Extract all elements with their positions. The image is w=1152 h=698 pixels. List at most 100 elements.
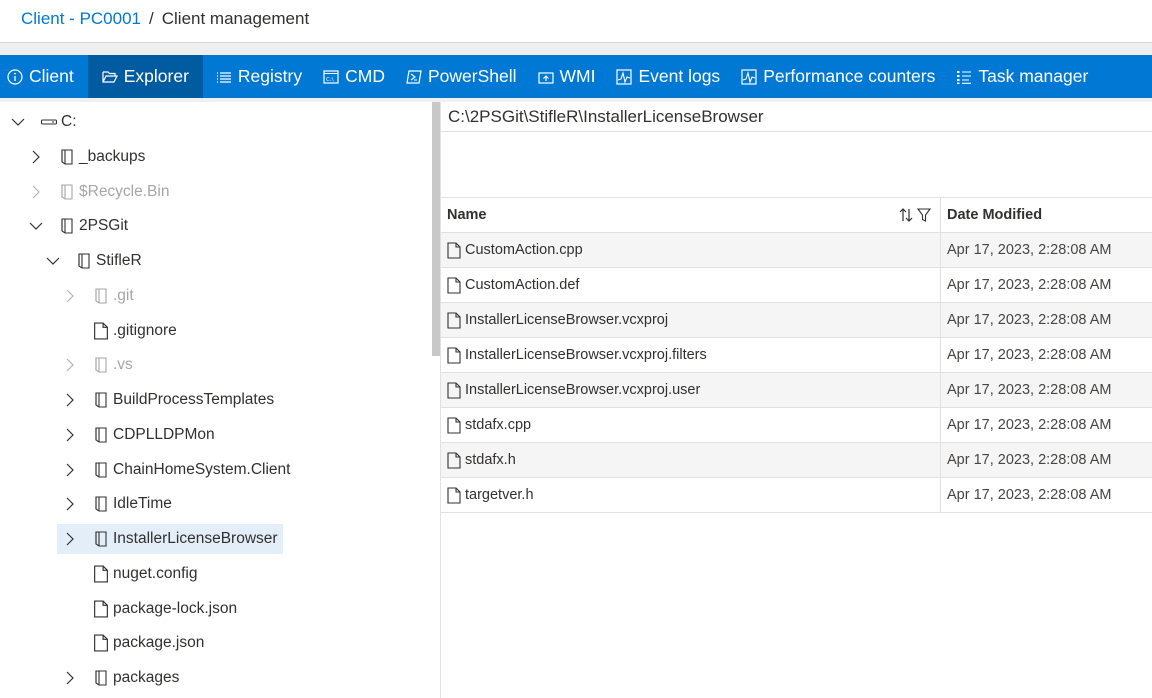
- pane-splitter-scrollbar[interactable]: [432, 102, 440, 356]
- file-name-cell: stdafx.cpp: [441, 408, 941, 442]
- tab-label: Registry: [237, 66, 303, 86]
- file-row[interactable]: stdafx.cpp Apr 17, 2023, 2:28:08 AM: [441, 408, 1152, 443]
- chevron-down-icon[interactable]: [9, 113, 27, 131]
- file-name: targetver.h: [465, 487, 534, 503]
- file-name-cell: InstallerLicenseBrowser.vcxproj.user: [441, 373, 941, 407]
- file-name: InstallerLicenseBrowser.vcxproj: [465, 312, 669, 328]
- tab-event-logs[interactable]: Event logs: [609, 55, 728, 98]
- sort-icon[interactable]: [898, 206, 914, 224]
- chevron-right-icon[interactable]: [61, 391, 79, 409]
- tab-bar: Client Explorer Registry C:\ CMD PowerShell WM…: [0, 55, 1152, 98]
- date-modified-cell: Apr 17, 2023, 2:28:08 AM: [947, 382, 1112, 398]
- tree-item-label: 2PSGit: [79, 217, 129, 235]
- chevron-right-icon[interactable]: [61, 287, 79, 305]
- tree-item[interactable]: CDPLLDPMon: [57, 420, 220, 450]
- tree-item-label: BuildProcessTemplates: [113, 391, 275, 408]
- tree-item[interactable]: package-lock.json: [57, 594, 242, 624]
- date-modified-cell: Apr 17, 2023, 2:28:08 AM: [947, 487, 1112, 503]
- column-header-date-modified[interactable]: Date Modified: [941, 198, 1152, 232]
- chevron-right-icon[interactable]: [61, 530, 79, 548]
- file-name-cell: targetver.h: [441, 478, 941, 512]
- tab-powershell[interactable]: PowerShell: [399, 55, 525, 98]
- info-icon: [7, 68, 23, 85]
- folder-open-icon: [102, 69, 118, 85]
- file-name: stdafx.cpp: [465, 417, 532, 433]
- tree-item-label: IdleTime: [113, 495, 172, 513]
- folder-icon: [93, 461, 109, 479]
- tree-item-label: $Recycle.Bin: [79, 182, 170, 200]
- file-row[interactable]: CustomAction.cpp Apr 17, 2023, 2:28:08 AM: [441, 233, 1152, 268]
- tree-item[interactable]: .git: [57, 281, 139, 311]
- chevron-right-icon[interactable]: [61, 495, 79, 513]
- chevron-right-icon[interactable]: [27, 148, 45, 166]
- folder-icon: [93, 391, 109, 409]
- chevron-down-icon[interactable]: [27, 217, 45, 235]
- file-icon: [447, 346, 461, 364]
- tree-item[interactable]: packages: [57, 663, 184, 693]
- file-row[interactable]: InstallerLicenseBrowser.vcxproj Apr 17, 2…: [441, 303, 1152, 338]
- tab-client[interactable]: Client: [0, 55, 82, 98]
- column-header-name[interactable]: Name: [441, 198, 941, 232]
- folder-icon: [93, 530, 109, 548]
- tree-item[interactable]: _backups: [23, 142, 150, 172]
- tab-wmi[interactable]: WMI: [531, 55, 604, 98]
- chart-icon: [616, 68, 633, 85]
- date-modified-cell: Apr 17, 2023, 2:28:08 AM: [947, 242, 1112, 258]
- date-modified-cell: Apr 17, 2023, 2:28:08 AM: [947, 277, 1112, 293]
- tree-item-label: C:: [61, 113, 77, 130]
- list-icon: [216, 69, 232, 85]
- tree-item[interactable]: ChainHomeSystem.Client: [57, 455, 295, 485]
- folder-icon: [93, 495, 109, 513]
- tree-item[interactable]: BuildProcessTemplates: [57, 385, 279, 415]
- tree-item[interactable]: $Recycle.Bin: [23, 177, 174, 207]
- tab-registry[interactable]: Registry: [209, 55, 310, 98]
- folder-icon: [93, 287, 109, 305]
- tree-item[interactable]: nuget.config: [57, 559, 202, 589]
- tree-item[interactable]: .vs: [57, 350, 138, 380]
- tab-label: WMI: [559, 66, 596, 86]
- file-row[interactable]: stdafx.h Apr 17, 2023, 2:28:08 AM: [441, 443, 1152, 478]
- tree-item[interactable]: StifleR: [40, 246, 147, 276]
- tree-item[interactable]: C:: [5, 107, 82, 137]
- breadcrumb-separator: /: [149, 9, 154, 28]
- breadcrumb-client-link[interactable]: Client - PC0001: [21, 9, 141, 28]
- date-modified-cell: Apr 17, 2023, 2:28:08 AM: [947, 312, 1112, 328]
- tree-item[interactable]: InstallerLicenseBrowser: [57, 524, 283, 554]
- file-icon: [447, 451, 461, 469]
- file-name: CustomAction.cpp: [465, 242, 583, 258]
- chevron-right-icon[interactable]: [61, 461, 79, 479]
- chevron-down-icon[interactable]: [44, 252, 62, 270]
- tree-item-label: package.json: [113, 634, 205, 652]
- tab-explorer[interactable]: Explorer: [87, 55, 203, 98]
- chevron-right-icon[interactable]: [61, 669, 79, 687]
- tree-item[interactable]: IdleTime: [57, 489, 177, 519]
- file-icon: [447, 311, 461, 329]
- file-icon: [93, 634, 109, 652]
- tree-item-label: nuget.config: [113, 564, 198, 582]
- tab-cmd[interactable]: C:\ CMD: [316, 55, 393, 98]
- file-row[interactable]: CustomAction.def Apr 17, 2023, 2:28:08 AM: [441, 268, 1152, 303]
- file-icon: [447, 276, 461, 294]
- file-row[interactable]: targetver.h Apr 17, 2023, 2:28:08 AM: [441, 478, 1152, 513]
- drive-icon: [41, 113, 57, 131]
- tree-item[interactable]: .gitignore: [57, 316, 182, 346]
- tab-performance-counters[interactable]: Performance counters: [734, 55, 943, 98]
- tab-label: CMD: [345, 66, 385, 86]
- filter-icon[interactable]: [916, 206, 932, 224]
- file-row[interactable]: InstallerLicenseBrowser.vcxproj.filters A…: [441, 338, 1152, 373]
- file-name-cell: InstallerLicenseBrowser.vcxproj.filters: [441, 338, 941, 372]
- tab-task-manager[interactable]: Task manager: [949, 55, 1096, 98]
- tree-item[interactable]: package.json: [57, 628, 209, 658]
- chevron-right-icon[interactable]: [61, 356, 79, 374]
- header-divider: [0, 43, 1152, 55]
- file-row[interactable]: InstallerLicenseBrowser.vcxproj.user Apr …: [441, 373, 1152, 408]
- chevron-right-icon[interactable]: [27, 183, 45, 201]
- folder-icon: [93, 669, 109, 687]
- chevron-right-icon[interactable]: [61, 426, 79, 444]
- tree-item-label: .gitignore: [113, 321, 177, 339]
- date-modified-cell: Apr 17, 2023, 2:28:08 AM: [947, 452, 1112, 468]
- chart-icon: [741, 68, 757, 85]
- file-name-cell: stdafx.h: [441, 443, 941, 477]
- tab-label: Client: [29, 66, 74, 86]
- tree-item[interactable]: 2PSGit: [23, 211, 133, 241]
